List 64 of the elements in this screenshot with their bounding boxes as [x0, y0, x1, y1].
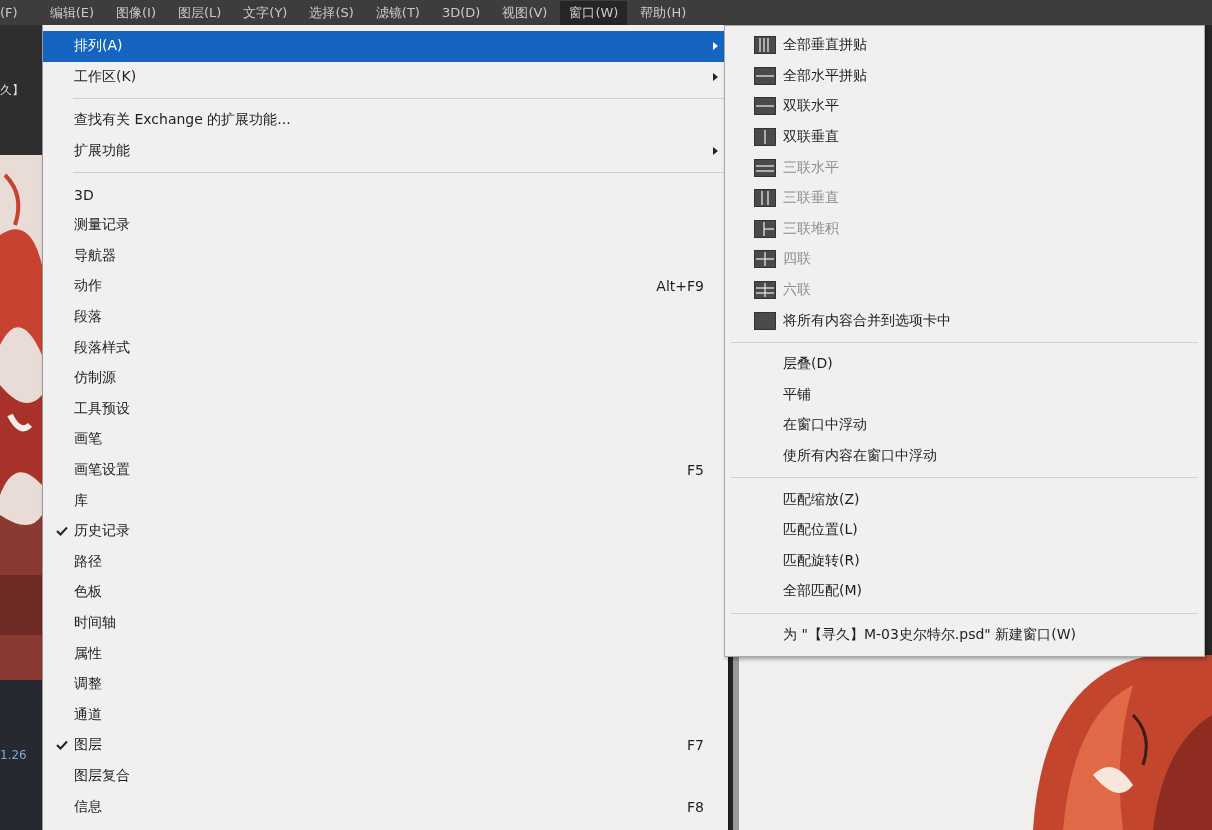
- menu-item[interactable]: 画笔设置 F5: [43, 454, 728, 486]
- menu-bar-item[interactable]: 图层(L): [168, 0, 231, 25]
- menu-bar-item[interactable]: 视图(V): [493, 0, 557, 25]
- menu-item[interactable]: 查找有关 Exchange 的扩展功能...: [43, 105, 728, 136]
- menu-item[interactable]: 路径: [43, 546, 728, 578]
- submenu-arrow-icon: [713, 147, 718, 156]
- layout-icon: [754, 97, 776, 116]
- menu-item[interactable]: 通道: [43, 699, 728, 731]
- menu-item[interactable]: 匹配位置(L): [725, 514, 1204, 546]
- menu-item[interactable]: 工具预设: [43, 393, 728, 425]
- menu-item[interactable]: 画笔: [43, 424, 728, 455]
- layout-icon: [754, 128, 776, 147]
- menu-bar-item[interactable]: 滤镜(T): [366, 0, 429, 25]
- menu-bar-item[interactable]: 编辑(E): [40, 0, 103, 25]
- layout-icon: [754, 66, 776, 85]
- menu-bar-item[interactable]: 选择(S): [300, 0, 363, 25]
- layout-icon: [754, 250, 776, 269]
- menu-bar-item[interactable]: 3D(D): [432, 2, 490, 23]
- menu-item[interactable]: 工作区(K): [43, 61, 728, 93]
- menu-item[interactable]: 段落: [43, 301, 728, 333]
- menu-item[interactable]: 图层 F7: [43, 730, 728, 761]
- menu-item[interactable]: 为 "【寻久】M-03史尔特尔.psd" 新建窗口(W): [725, 619, 1204, 651]
- menu-item[interactable]: 双联垂直: [725, 121, 1204, 153]
- menu-item[interactable]: 调整: [43, 668, 728, 700]
- zoom-value: 1.26: [0, 748, 27, 762]
- menu-item[interactable]: 导航器: [43, 240, 728, 272]
- menu-item[interactable]: 在窗口中浮动: [725, 410, 1204, 441]
- layout-icon: [754, 158, 776, 177]
- menu-item[interactable]: 3D: [43, 179, 728, 210]
- layout-icon: [754, 281, 776, 300]
- menu-item[interactable]: 匹配缩放(Z): [725, 484, 1204, 515]
- menu-item[interactable]: 双联水平: [725, 91, 1204, 122]
- menu-item[interactable]: 图层复合: [43, 760, 728, 792]
- menu-item[interactable]: 全部垂直拼贴: [725, 30, 1204, 61]
- layout-icon: [754, 36, 776, 55]
- layout-icon: [754, 219, 776, 238]
- menu-item[interactable]: 段落样式: [43, 332, 728, 363]
- layout-icon: [754, 189, 776, 208]
- menu-item[interactable]: 使所有内容在窗口中浮动: [725, 440, 1204, 472]
- menu-bar-item[interactable]: (F): [0, 2, 27, 23]
- menu-bar-item[interactable]: 帮助(H): [631, 0, 696, 25]
- menu-item[interactable]: 层叠(D): [725, 348, 1204, 380]
- menu-item[interactable]: 属性: [43, 638, 728, 669]
- menu-item[interactable]: 历史记录: [43, 515, 728, 547]
- menu-item[interactable]: 动作 Alt+F9: [43, 271, 728, 302]
- menu-item[interactable]: 测量记录: [43, 209, 728, 241]
- menu-item[interactable]: 将所有内容合并到选项卡中: [725, 305, 1204, 336]
- menu-bar-item[interactable]: 文字(Y): [234, 0, 297, 25]
- menu-item[interactable]: 匹配旋转(R): [725, 545, 1204, 577]
- menu-bar-item[interactable]: 窗口(W): [560, 0, 628, 25]
- menu-item[interactable]: 色板: [43, 577, 728, 608]
- menu-bar-item[interactable]: 图像(I): [107, 0, 165, 25]
- menu-item[interactable]: 库: [43, 485, 728, 516]
- layout-icon: [754, 311, 776, 330]
- menu-item[interactable]: 全部水平拼贴: [725, 60, 1204, 92]
- document-tab-label[interactable]: 久】: [0, 81, 42, 99]
- menu-item[interactable]: 信息 F8: [43, 791, 728, 822]
- menu-item[interactable]: 平铺: [725, 379, 1204, 411]
- submenu-arrow-icon: [713, 42, 718, 51]
- menu-item[interactable]: 全部匹配(M): [725, 576, 1204, 607]
- menu-item[interactable]: 扩展功能: [43, 135, 728, 167]
- submenu-arrow-icon: [713, 72, 718, 81]
- menu-item[interactable]: 仿制源: [43, 362, 728, 394]
- menu-item[interactable]: 时间轴: [43, 607, 728, 639]
